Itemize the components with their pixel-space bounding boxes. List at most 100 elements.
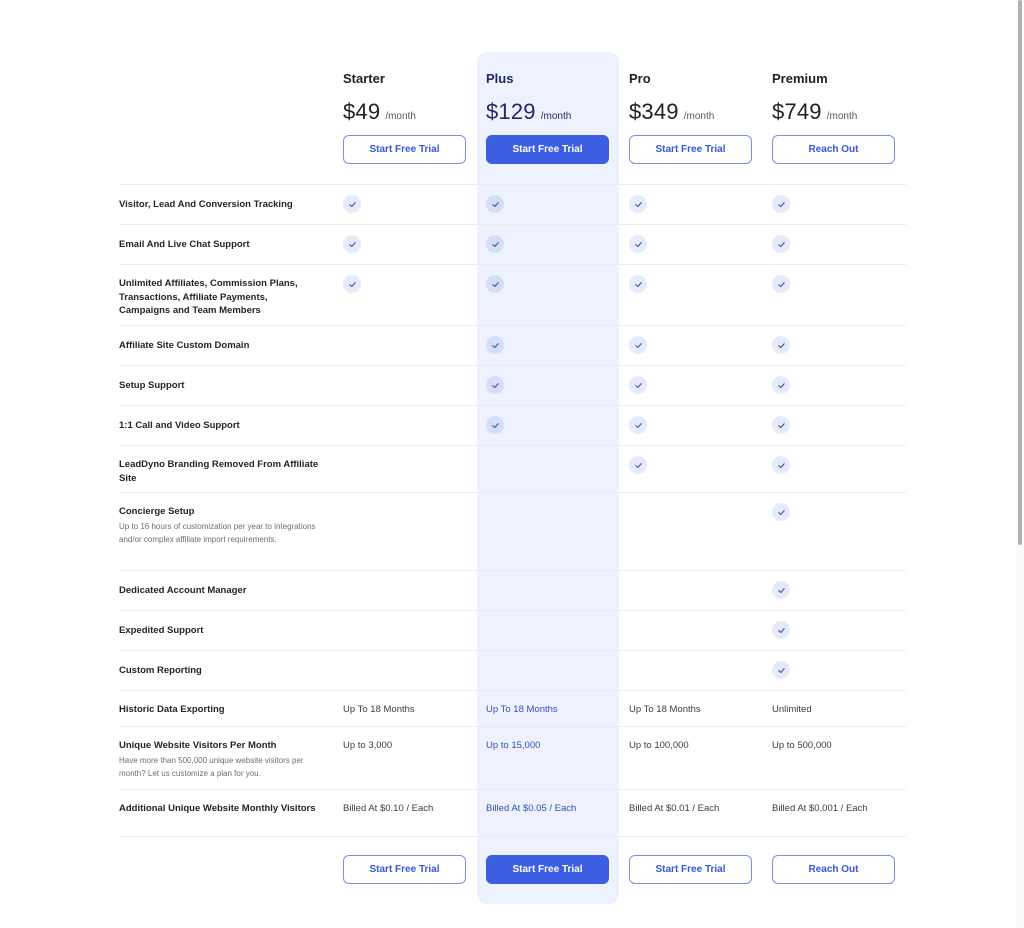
feature-row-visitor-lead-and-conversion-tracking: Visitor, Lead And Conversion Tracking — [119, 184, 906, 224]
plan-name: Premium — [772, 71, 828, 86]
check-icon — [486, 275, 504, 293]
feature-title: Custom Reporting — [119, 665, 202, 676]
feature-label: Dedicated Account Manager — [119, 584, 319, 598]
bottom-cta-button-pro[interactable]: Start Free Trial — [629, 855, 752, 884]
feature-row-concierge-setup: Concierge Setup Up to 16 hours of custom… — [119, 492, 906, 570]
check-icon — [629, 376, 647, 394]
check-icon — [772, 336, 790, 354]
price-row: $349 /month — [629, 99, 769, 125]
feature-value-starter: Up to 3,000 — [343, 740, 393, 751]
check-icon — [343, 195, 361, 213]
price-row: $749 /month — [772, 99, 912, 125]
feature-title: Email And Live Chat Support — [119, 239, 250, 250]
feature-title: Expedited Support — [119, 625, 204, 636]
check-icon — [486, 336, 504, 354]
feature-description: Have more than 500,000 unique website vi… — [119, 755, 304, 779]
plan-header-pro: Pro $349 /month — [629, 70, 769, 125]
price-row: $129 /month — [486, 99, 626, 125]
scrollbar-thumb[interactable] — [1018, 0, 1022, 545]
top-cta-button-starter[interactable]: Start Free Trial — [343, 135, 466, 164]
feature-title: Additional Unique Website Monthly Visito… — [119, 803, 316, 814]
feature-value-starter: Billed At $0.10 / Each — [343, 803, 434, 814]
feature-value-starter: Up To 18 Months — [343, 704, 415, 715]
feature-row-dedicated-account-manager: Dedicated Account Manager — [119, 570, 906, 610]
feature-row-1-1-call-and-video-support: 1:1 Call and Video Support — [119, 405, 906, 445]
feature-label: Additional Unique Website Monthly Visito… — [119, 802, 319, 816]
feature-value-pro: Up to 100,000 — [629, 740, 689, 751]
feature-value-pro: Billed At $0.01 / Each — [629, 803, 720, 814]
feature-label: Setup Support — [119, 379, 319, 393]
check-icon — [629, 195, 647, 213]
plan-period: /month — [540, 111, 572, 122]
feature-row-unique-website-visitors-per-month: Unique Website Visitors Per Month Have m… — [119, 726, 906, 789]
feature-row-expedited-support: Expedited Support — [119, 610, 906, 650]
feature-title: Visitor, Lead And Conversion Tracking — [119, 199, 293, 210]
plan-name: Pro — [629, 71, 651, 86]
feature-title: Setup Support — [119, 380, 185, 391]
plan-price: $129 — [486, 99, 536, 124]
price-row: $49 /month — [343, 99, 483, 125]
feature-row-leaddyno-branding-removed-from-affiliate-site: LeadDyno Branding Removed From Affiliate… — [119, 445, 906, 492]
plan-header-starter: Starter $49 /month — [343, 70, 483, 125]
plan-period: /month — [385, 111, 416, 122]
feature-label: Visitor, Lead And Conversion Tracking — [119, 198, 319, 212]
pricing-page: Starter $49 /month Plus $129 /month Pro … — [0, 0, 1016, 928]
feature-title: Historic Data Exporting — [119, 704, 225, 715]
feature-row-historic-data-exporting: Historic Data Exporting Up To 18 Months U… — [119, 690, 906, 726]
feature-row-email-and-live-chat-support: Email And Live Chat Support — [119, 224, 906, 264]
feature-value-pro: Up To 18 Months — [629, 704, 701, 715]
check-icon — [772, 661, 790, 679]
feature-label: Concierge Setup Up to 16 hours of custom… — [119, 505, 319, 547]
plan-price: $749 — [772, 99, 822, 124]
feature-row-unlimited-affiliates-commission-plans-transactions-affiliate-payments-campaigns-and-team-members: Unlimited Affiliates, Commission Plans, … — [119, 264, 906, 325]
check-icon — [486, 376, 504, 394]
check-icon — [772, 621, 790, 639]
check-icon — [629, 456, 647, 474]
check-icon — [629, 336, 647, 354]
feature-label: Email And Live Chat Support — [119, 238, 319, 252]
feature-label: Affiliate Site Custom Domain — [119, 339, 319, 353]
feature-description: Up to 16 hours of customization per year… — [119, 521, 316, 545]
check-icon — [772, 456, 790, 474]
feature-title: Dedicated Account Manager — [119, 585, 247, 596]
check-icon — [629, 275, 647, 293]
feature-title: Unlimited Affiliates, Commission Plans, … — [119, 278, 298, 316]
check-icon — [772, 275, 790, 293]
feature-value-premium: Up to 500,000 — [772, 740, 832, 751]
check-icon — [486, 235, 504, 253]
feature-value-plus: Up to 15,000 — [486, 740, 541, 751]
top-cta-button-premium[interactable]: Reach Out — [772, 135, 895, 164]
plan-header-premium: Premium $749 /month — [772, 70, 912, 125]
check-icon — [772, 581, 790, 599]
bottom-cta-button-plus[interactable]: Start Free Trial — [486, 855, 609, 884]
plan-name: Plus — [486, 71, 514, 86]
check-icon — [343, 235, 361, 253]
feature-value-premium: Unlimited — [772, 704, 812, 715]
feature-title: Unique Website Visitors Per Month — [119, 740, 277, 751]
check-icon — [772, 503, 790, 521]
plan-price: $49 — [343, 99, 381, 124]
feature-value-plus: Up To 18 Months — [486, 704, 558, 715]
feature-title: 1:1 Call and Video Support — [119, 420, 240, 431]
bottom-cta-button-starter[interactable]: Start Free Trial — [343, 855, 466, 884]
feature-value-premium: Billed At $0.001 / Each — [772, 803, 868, 814]
scrollbar[interactable] — [1016, 0, 1024, 928]
feature-row-affiliate-site-custom-domain: Affiliate Site Custom Domain — [119, 325, 906, 365]
feature-label: Unlimited Affiliates, Commission Plans, … — [119, 277, 319, 318]
feature-row-custom-reporting: Custom Reporting — [119, 650, 906, 690]
check-icon — [772, 235, 790, 253]
check-icon — [629, 235, 647, 253]
feature-label: Historic Data Exporting — [119, 703, 319, 717]
plan-price: $349 — [629, 99, 679, 124]
feature-title: Concierge Setup — [119, 506, 195, 517]
top-cta-button-plus[interactable]: Start Free Trial — [486, 135, 609, 164]
bottom-cta-button-premium[interactable]: Reach Out — [772, 855, 895, 884]
top-cta-button-pro[interactable]: Start Free Trial — [629, 135, 752, 164]
check-icon — [772, 195, 790, 213]
feature-row-additional-unique-website-monthly-visitors: Additional Unique Website Monthly Visito… — [119, 789, 906, 837]
feature-label: Expedited Support — [119, 624, 319, 638]
feature-comparison-table: Visitor, Lead And Conversion Tracking Em… — [119, 184, 906, 837]
feature-label: Unique Website Visitors Per Month Have m… — [119, 739, 319, 781]
plan-period: /month — [683, 111, 715, 122]
check-icon — [772, 416, 790, 434]
